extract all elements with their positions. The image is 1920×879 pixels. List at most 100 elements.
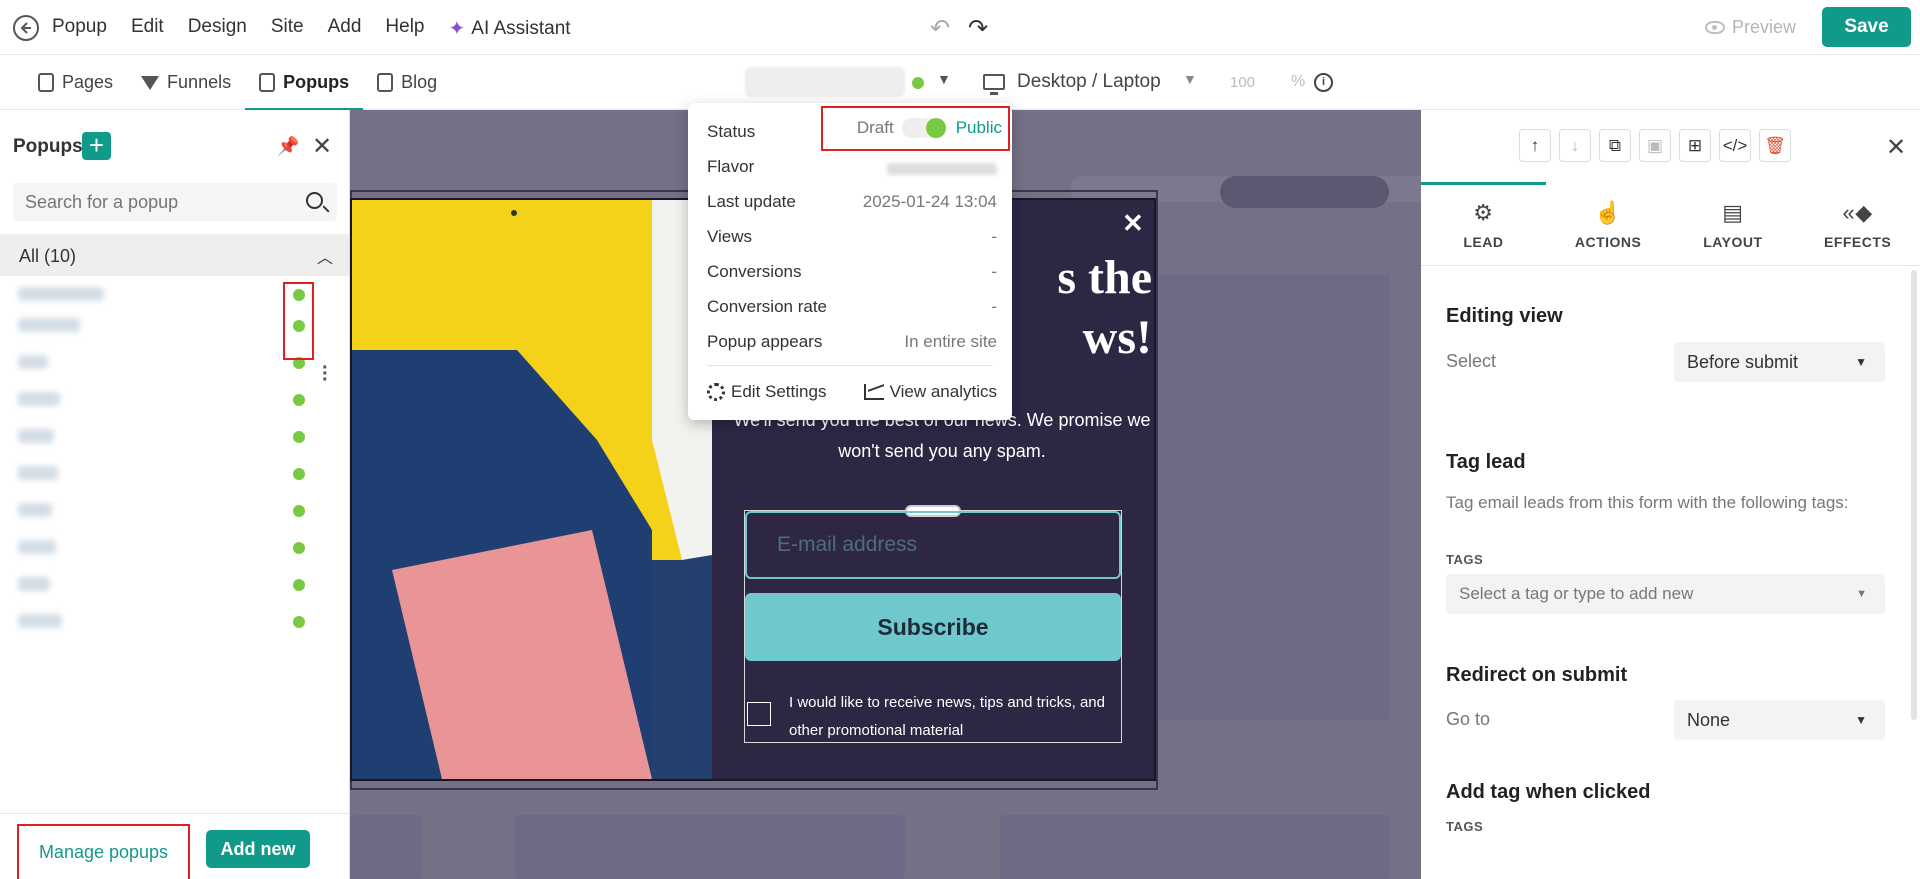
info-icon[interactable]: i <box>1314 73 1333 92</box>
code-icon[interactable]: </> <box>1719 129 1751 162</box>
tag-lead-title: Tag lead <box>1446 451 1526 473</box>
device-chevron-down-icon[interactable]: ▼ <box>1183 71 1197 87</box>
sparkle-icon: ✦ <box>448 18 466 40</box>
list-item[interactable] <box>0 423 349 453</box>
popup-selector[interactable] <box>745 67 905 97</box>
popup-name <box>18 318 80 332</box>
tab-lead[interactable]: ⚙ LEAD <box>1421 182 1546 266</box>
menu-edit[interactable]: Edit <box>131 16 164 41</box>
menu-add[interactable]: Add <box>328 16 362 41</box>
close-icon[interactable]: ✕ <box>1122 208 1144 239</box>
tab-actions[interactable]: ☝ ACTIONS <box>1546 184 1671 266</box>
menu-popup[interactable]: Popup <box>52 16 107 41</box>
search-box <box>13 183 337 221</box>
caret-down-icon: ▼ <box>1855 355 1867 369</box>
tab-effects[interactable]: «◆ EFFECTS <box>1795 184 1920 266</box>
email-field[interactable] <box>745 511 1121 579</box>
appears-row: Popup appears In entire site <box>707 332 997 354</box>
ai-assistant-menu[interactable]: ✦ AI Assistant <box>449 16 571 41</box>
status-dot <box>293 579 305 591</box>
move-up-icon[interactable]: ↑ <box>1519 129 1551 162</box>
add-popup-icon[interactable]: + <box>82 132 111 160</box>
redirect-select[interactable]: None ▼ <box>1674 700 1885 740</box>
view-analytics-link[interactable]: View analytics <box>863 382 997 402</box>
status-dot <box>912 77 924 89</box>
list-item[interactable] <box>0 460 349 490</box>
placeholder-block <box>1000 815 1390 879</box>
list-item[interactable] <box>0 608 349 638</box>
consent-checkbox[interactable] <box>747 702 771 726</box>
subscribe-button[interactable]: Subscribe <box>745 593 1121 661</box>
consent-text: I would like to receive news, tips and t… <box>789 694 1105 739</box>
tag-select[interactable]: Select a tag or type to add new ▼ <box>1446 574 1885 614</box>
divider <box>707 365 993 366</box>
tag-select-placeholder: Select a tag or type to add new <box>1459 584 1694 603</box>
last-update-label: Last update <box>707 192 796 211</box>
menu-design[interactable]: Design <box>188 16 247 41</box>
tab-popups[interactable]: Popups <box>245 55 364 111</box>
list-item[interactable] <box>0 534 349 564</box>
caret-down-icon: ▼ <box>1855 713 1867 727</box>
trash-icon[interactable]: 🗑 <box>1759 129 1791 162</box>
popups-sidebar: Popups + 📌 ✕ All (10) ︿ ··· Manage popup… <box>0 110 350 879</box>
move-down-icon[interactable]: ↓ <box>1559 129 1591 162</box>
chevron-down-icon[interactable]: ▼ <box>937 71 951 87</box>
list-item[interactable] <box>0 386 349 416</box>
search-input[interactable] <box>13 183 283 221</box>
status-label: Status <box>707 122 756 141</box>
save-button[interactable]: Save <box>1822 7 1911 47</box>
conversions-row: Conversions - <box>707 262 997 284</box>
pin-icon[interactable]: 📌 <box>277 136 299 157</box>
status-toggle[interactable]: Draft Public <box>857 118 1002 138</box>
main-menu: Popup Edit Design Site Add Help ✦ AI Ass… <box>52 16 571 41</box>
properties-panel: ↑ ↓ ⧉ ▣ ⊞ </> 🗑 ✕ ⚙ LEAD ☝ ACTIONS ▤ LAY… <box>1421 110 1920 879</box>
menu-help[interactable]: Help <box>385 16 424 41</box>
tab-popups-label: Popups <box>283 72 350 92</box>
add-new-button[interactable]: Add new <box>206 830 310 868</box>
close-icon[interactable]: ✕ <box>312 132 332 161</box>
popup-name <box>18 577 50 591</box>
device-selector[interactable]: Desktop / Laptop <box>983 71 1161 95</box>
popup-group-header[interactable]: All (10) ︿ <box>0 234 349 276</box>
page-icon <box>38 73 54 92</box>
blog-icon <box>377 73 394 92</box>
copy-style-icon[interactable]: ▣ <box>1639 129 1671 162</box>
tab-pages[interactable]: Pages <box>24 55 127 110</box>
more-vertical-icon[interactable]: · · · <box>322 358 329 390</box>
back-icon[interactable] <box>13 15 39 41</box>
scrollbar[interactable] <box>1911 270 1917 720</box>
popover-actions: Edit Settings View analytics <box>707 382 997 402</box>
sidebar-title: Popups <box>13 136 83 157</box>
placeholder-button <box>1220 176 1389 208</box>
list-item[interactable] <box>0 571 349 601</box>
undo-icon[interactable]: ↶ <box>930 14 950 43</box>
tab-layout[interactable]: ▤ LAYOUT <box>1671 184 1796 266</box>
menu-site[interactable]: Site <box>271 16 304 41</box>
tags-label: TAGS <box>1446 819 1484 834</box>
close-icon[interactable]: ✕ <box>1886 133 1906 162</box>
tab-funnels-label: Funnels <box>167 72 232 92</box>
manage-popups-button[interactable]: Manage popups <box>17 824 190 879</box>
redo-icon[interactable]: ↷ <box>968 14 988 43</box>
status-dot <box>293 468 305 480</box>
chevron-up-icon[interactable]: ︿ <box>317 244 333 268</box>
tag-lead-description: Tag email leads from this form with the … <box>1446 493 1849 512</box>
public-toggle[interactable] <box>901 118 948 138</box>
analytics-icon <box>863 384 884 400</box>
tab-layout-label: LAYOUT <box>1703 234 1763 250</box>
appears-label: Popup appears <box>707 332 823 351</box>
search-icon[interactable] <box>306 192 323 209</box>
tab-lead-label: LEAD <box>1463 234 1504 250</box>
tab-funnels[interactable]: Funnels <box>127 55 245 110</box>
edit-settings-link[interactable]: Edit Settings <box>707 382 826 402</box>
popup-name <box>18 614 62 628</box>
duplicate-icon[interactable]: ⧉ <box>1599 129 1631 162</box>
editing-view-select[interactable]: Before submit ▼ <box>1674 342 1885 382</box>
sidebar-footer: Manage popups Add new <box>0 813 349 879</box>
add-layer-icon[interactable]: ⊞ <box>1679 129 1711 162</box>
preview-button[interactable]: Preview <box>1705 17 1796 38</box>
popup-name <box>18 540 56 554</box>
tab-blog[interactable]: Blog <box>363 55 451 110</box>
zoom-input[interactable]: 100 <box>1226 69 1284 97</box>
list-item[interactable] <box>0 497 349 527</box>
